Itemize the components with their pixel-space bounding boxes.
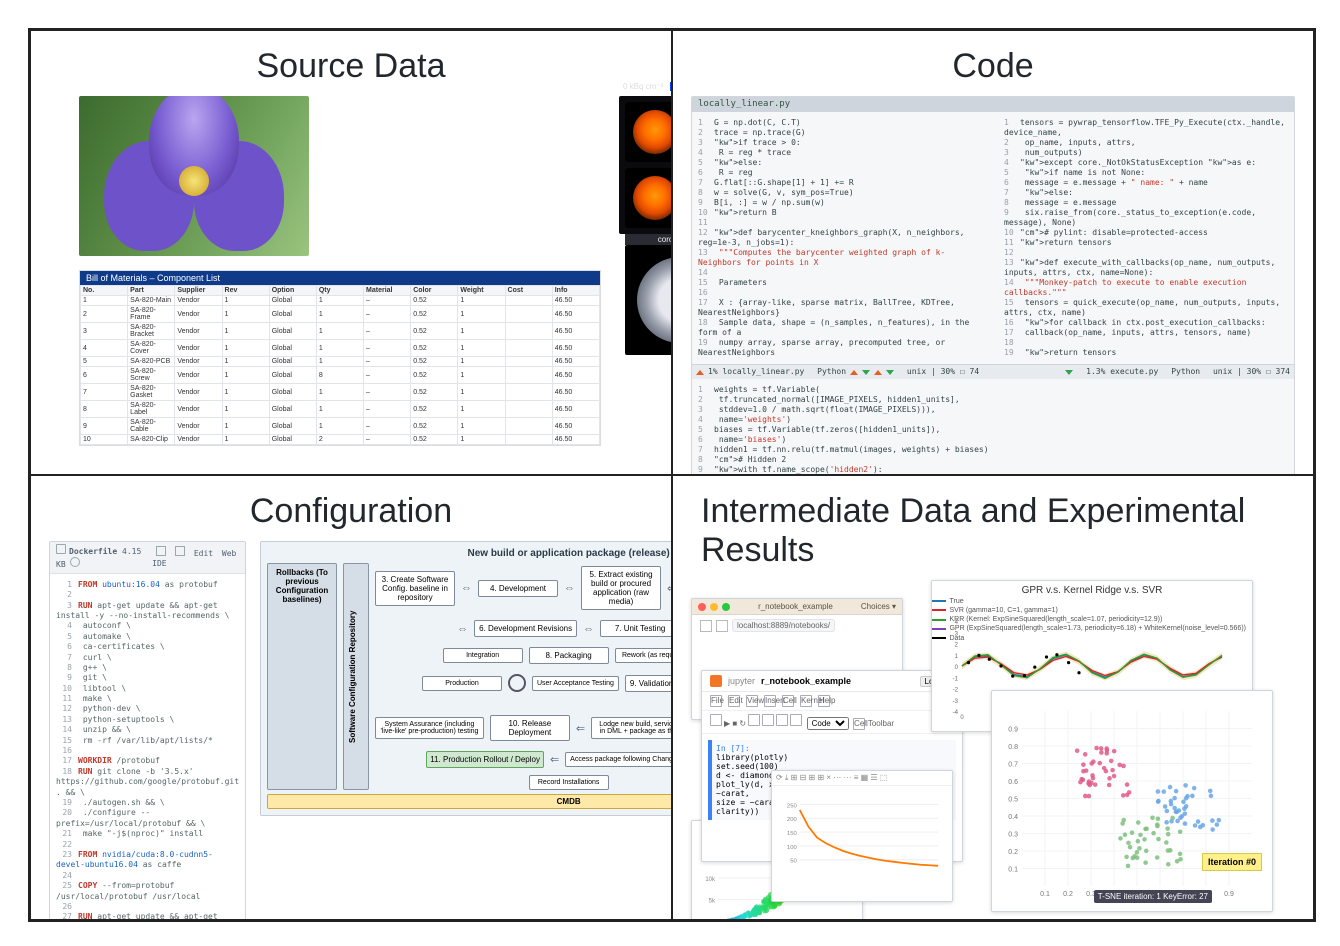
wf-step-4: 4. Development — [478, 580, 558, 597]
svg-text:0.2: 0.2 — [1008, 849, 1018, 856]
release-workflow: New build or application package (releas… — [260, 541, 672, 816]
svg-text:200: 200 — [787, 817, 798, 823]
svg-text:-3: -3 — [953, 699, 959, 705]
svg-text:-1: -1 — [953, 676, 959, 682]
min-dot-icon[interactable] — [710, 603, 718, 611]
four-quadrant-grid: Source Data Bill of Materials – Componen… — [28, 28, 1316, 922]
iteration-scatter: 0.10.20.30.40.50.60.70.80.90.10.20.30.40… — [991, 690, 1273, 912]
svg-text:0: 0 — [960, 715, 964, 721]
jupyter-menubar[interactable]: FileEditViewInsertCellKernelHelp — [702, 692, 962, 711]
wf-step-9: 9. Validation & Staging — [625, 675, 672, 692]
svg-text:1: 1 — [955, 654, 959, 660]
svg-text:0.1: 0.1 — [1040, 891, 1050, 898]
mri-scan-grid: 0 kBq cm⁻³ 0.3 kBq cm⁻³ — [619, 96, 672, 234]
quadrant-intermediate: Intermediate Data and Experimental Resul… — [672, 475, 1314, 920]
svg-text:0.1: 0.1 — [1008, 867, 1018, 874]
max-dot-icon[interactable] — [722, 603, 730, 611]
jupyter-toolbar[interactable]: ▶ ■ ↻ Code CellToolbar R○ — [702, 711, 962, 734]
copy-raw-icon[interactable] — [156, 546, 166, 556]
bom-table: Bill of Materials – Component List No.Pa… — [79, 270, 601, 446]
dockerfile-viewer: Dockerfile 4.15 KB Edit Web IDE 1FROM ub… — [49, 541, 246, 920]
code-editor: locally_linear.py 1G = np.dot(C, C.T)2tr… — [691, 96, 1295, 475]
svg-text:-2: -2 — [953, 688, 959, 694]
edit-link[interactable]: Edit — [194, 549, 213, 558]
address-bar[interactable]: localhost:8889/notebooks/ — [732, 619, 835, 632]
svg-text:50: 50 — [790, 859, 797, 865]
svg-text:0.8: 0.8 — [1008, 744, 1018, 751]
copy-icon[interactable] — [70, 557, 80, 567]
triangle-up-icon — [696, 370, 704, 375]
scr-bar: Software Configuration Repository — [343, 563, 369, 790]
triangle-down-icon — [862, 370, 870, 375]
jupyter-logo-icon — [710, 675, 722, 687]
svg-text:100: 100 — [787, 845, 798, 851]
svg-text:0.9: 0.9 — [1008, 727, 1018, 734]
svg-text:2: 2 — [955, 643, 959, 649]
quadrant-code: Code locally_linear.py 1G = np.dot(C, C.… — [672, 30, 1314, 475]
arrow-right-icon: ⇔ — [461, 582, 472, 594]
download-icon[interactable] — [175, 546, 185, 556]
close-dot-icon[interactable] — [698, 603, 706, 611]
cut-icon — [748, 714, 760, 726]
file-icon — [56, 544, 66, 554]
wf-step-6: 6. Development Revisions — [474, 620, 577, 637]
quadrant-source-data: Source Data Bill of Materials – Componen… — [30, 30, 672, 475]
quadrant-title: Intermediate Data and Experimental Resul… — [701, 492, 1295, 570]
nav-fwd-icon[interactable] — [716, 620, 728, 632]
triangle-down-icon — [1065, 370, 1073, 375]
cycle-icon — [508, 674, 526, 692]
tab-left[interactable]: 1% locally_linear.py Python unix | 30% ☐… — [696, 367, 979, 377]
svg-text:0.7: 0.7 — [1008, 762, 1018, 769]
quadrant-title: Configuration — [49, 492, 653, 531]
tsne-tooltip: T-SNE iteration: 1 KeyError: 27 — [1094, 890, 1212, 903]
quadrant-title: Code — [691, 47, 1295, 86]
triangle-up-icon — [850, 370, 858, 375]
nav-back-icon[interactable] — [700, 620, 712, 632]
cell-type-select[interactable]: Code — [807, 717, 849, 730]
svg-text:10k: 10k — [705, 877, 716, 883]
iris-photo — [79, 96, 309, 256]
quadrant-title: Source Data — [49, 47, 653, 86]
svg-text:-4: -4 — [953, 710, 959, 716]
iteration-annotation: Iteration #0 — [1202, 853, 1262, 871]
rollbacks-block: Rollbacks (To previous Configuration bas… — [267, 563, 337, 790]
svg-text:0.4: 0.4 — [1008, 814, 1018, 821]
svg-text:150: 150 — [787, 831, 798, 837]
wf-step-7: 7. Unit Testing — [600, 620, 672, 637]
wf-step-5: 5. Extract existing build or procured ap… — [581, 566, 661, 610]
bom-title: Bill of Materials – Component List — [80, 271, 600, 285]
code-file-title: locally_linear.py — [692, 97, 1294, 112]
svg-text:0.6: 0.6 — [1008, 779, 1018, 786]
save-icon — [710, 714, 722, 726]
svg-text:0.9: 0.9 — [1224, 891, 1234, 898]
tab-right[interactable]: 1.3% execute.py Python unix | 30% ☐ 374 — [1065, 367, 1290, 377]
tb-toolbar[interactable]: ⟳ ⤓ ⊞ ⊟ ⊞ ⊞ × ⋯ ··· ≡ ▦ ☰ ⬚ — [772, 771, 952, 786]
cmdb-bar: CMDB — [267, 794, 672, 809]
tensorboard-card: ⟳ ⤓ ⊞ ⊟ ⊞ ⊞ × ⋯ ··· ≡ ▦ ☰ ⬚ 50 100 150 200 2… — [771, 770, 953, 902]
svg-text:0.2: 0.2 — [1063, 891, 1073, 898]
svg-text:5k: 5k — [709, 899, 716, 905]
quadrant-configuration: Configuration Dockerfile 4.15 KB Edit We… — [30, 475, 672, 920]
workflow-title: New build or application package (releas… — [267, 548, 672, 559]
svg-text:0.5: 0.5 — [1008, 797, 1018, 804]
view-coronal — [625, 245, 672, 355]
svg-text:250: 250 — [787, 804, 798, 810]
svg-text:0: 0 — [955, 665, 959, 671]
wf-step-11: 11. Production Rollout / Deploy — [426, 751, 544, 768]
wf-step-8: 8. Packaging — [529, 647, 609, 664]
view-label-coronal: coronal view — [625, 234, 672, 245]
svg-text:0.3: 0.3 — [1008, 832, 1018, 839]
wf-step-10: 10. Release Deployment — [490, 715, 570, 741]
wf-step-3: 3. Create Software Config. baseline in r… — [375, 571, 455, 606]
